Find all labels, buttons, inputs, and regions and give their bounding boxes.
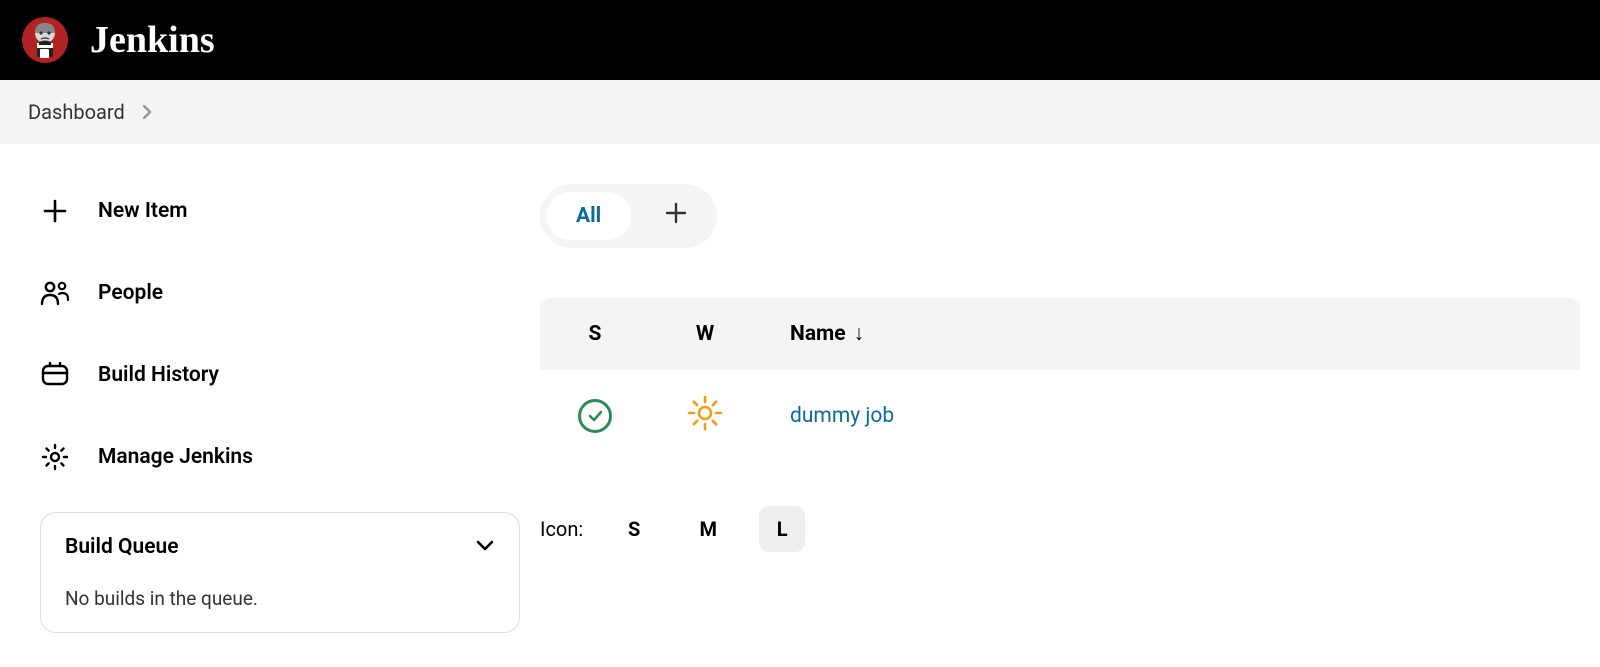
jenkins-logo[interactable] [20,15,70,65]
history-icon [40,360,70,390]
breadcrumb: Dashboard [0,80,1600,144]
content-area: All S W Name↓ [540,184,1600,633]
build-queue-title: Build Queue [65,535,179,559]
sidebar-item-label: Build History [98,363,219,387]
app-title[interactable]: Jenkins [90,18,215,62]
chevron-down-icon [475,535,495,559]
build-queue-toggle[interactable]: Build Queue [65,535,495,559]
icon-sizer: Icon: S M L [540,506,1580,552]
sidebar: New Item People Build His [0,184,540,633]
sidebar-item-build-history[interactable]: Build History [40,348,520,402]
view-tabs: All [540,184,717,248]
sort-down-icon: ↓ [854,322,865,346]
icon-size-large[interactable]: L [759,506,805,552]
header-bar: Jenkins [0,0,1600,80]
table-row: dummy job [540,370,1580,462]
sidebar-item-people[interactable]: People [40,266,520,320]
tab-all[interactable]: All [546,192,631,240]
job-table: S W Name↓ [540,298,1580,462]
name-cell: dummy job [760,370,1580,462]
weather-cell [650,370,760,462]
chevron-right-icon[interactable] [141,103,153,121]
sidebar-item-new-item[interactable]: New Item [40,184,520,238]
job-link[interactable]: dummy job [790,404,894,428]
tab-add-view[interactable] [641,190,711,242]
build-queue-message: No builds in the queue. [65,587,495,610]
sunny-weather-icon [686,394,724,432]
success-status-icon [578,399,612,433]
column-header-name[interactable]: Name↓ [760,298,1580,370]
column-header-status[interactable]: S [540,298,650,370]
sidebar-item-label: New Item [98,199,188,223]
icon-size-small[interactable]: S [611,506,657,552]
status-cell [540,370,650,462]
icon-size-medium[interactable]: M [685,506,731,552]
people-icon [40,278,70,308]
table-header-row: S W Name↓ [540,298,1580,370]
column-header-weather[interactable]: W [650,298,760,370]
breadcrumb-item-dashboard[interactable]: Dashboard [28,100,125,124]
sidebar-item-label: People [98,281,163,305]
main-content: New Item People Build His [0,144,1600,633]
sidebar-item-label: Manage Jenkins [98,445,253,469]
sidebar-item-manage-jenkins[interactable]: Manage Jenkins [40,430,520,484]
gear-icon [40,442,70,472]
build-queue-panel: Build Queue No builds in the queue. [40,512,520,633]
plus-icon [40,196,70,226]
plus-icon [665,202,687,230]
icon-sizer-label: Icon: [540,517,583,541]
